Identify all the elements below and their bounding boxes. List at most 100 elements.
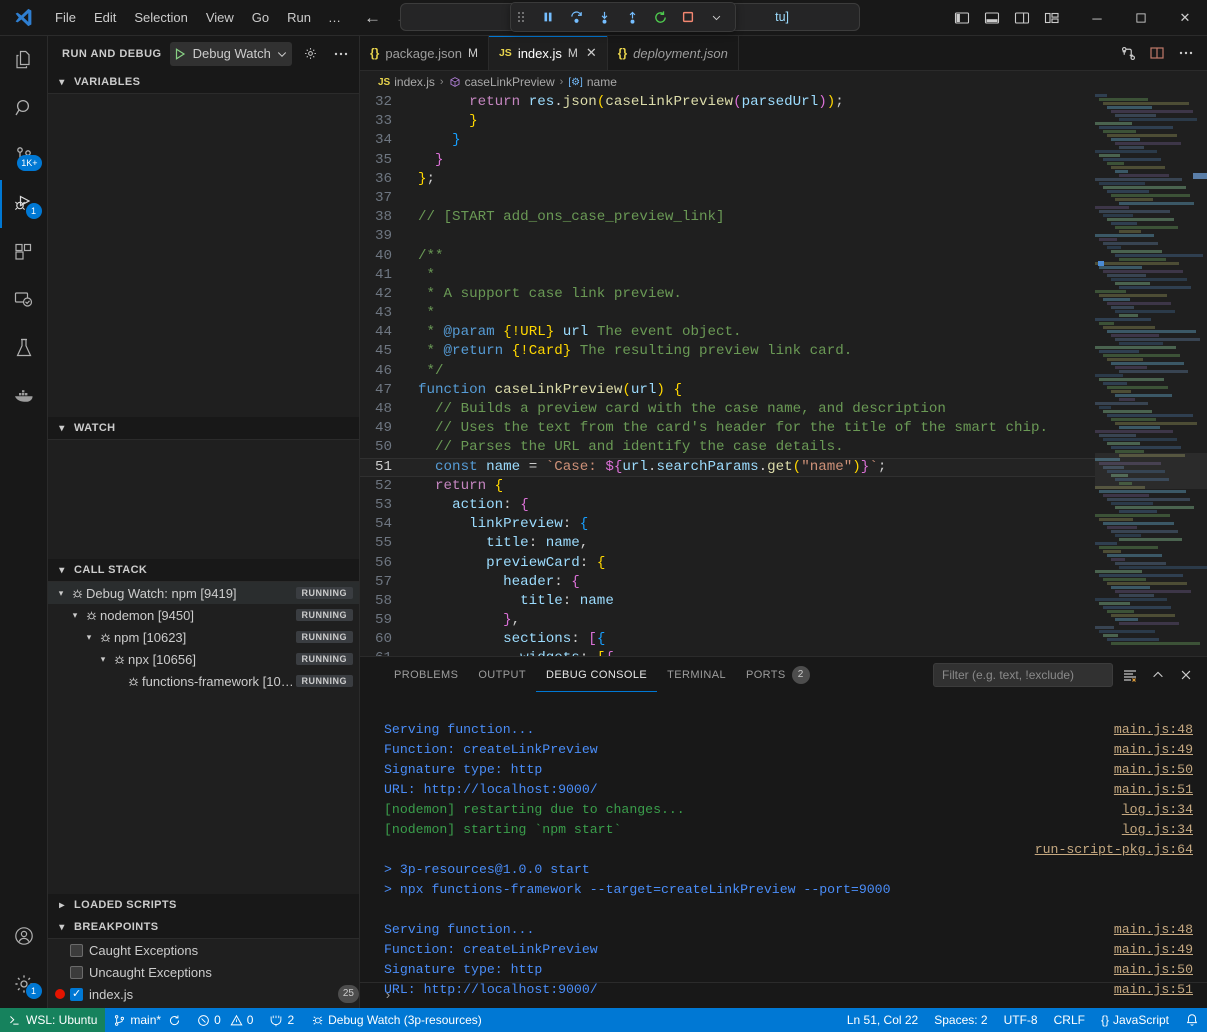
maximize-window-button[interactable] xyxy=(1119,0,1163,36)
status-notifications[interactable] xyxy=(1177,1008,1207,1032)
menu-view[interactable]: View xyxy=(197,7,243,28)
line-number[interactable]: 32 xyxy=(360,93,404,112)
panel-tab-debug-console[interactable]: DEBUG CONSOLE xyxy=(536,657,657,692)
line-number[interactable]: 51 xyxy=(360,458,404,477)
line-number[interactable]: 44 xyxy=(360,323,404,342)
menu-file[interactable]: File xyxy=(46,7,85,28)
console-filter-input[interactable]: Filter (e.g. text, !exclude) xyxy=(933,663,1113,687)
code-line[interactable]: 36 }; xyxy=(360,170,1095,189)
code-line[interactable]: 38 // [START add_ons_case_preview_link] xyxy=(360,208,1095,227)
step-out-button[interactable] xyxy=(619,5,645,29)
line-number[interactable]: 33 xyxy=(360,112,404,131)
tab-deployment-json[interactable]: {} deployment.json xyxy=(608,36,739,70)
activity-accounts[interactable] xyxy=(0,912,48,960)
code-line[interactable]: 54 linkPreview: { xyxy=(360,515,1095,534)
breakpoint-checkbox[interactable] xyxy=(70,944,83,957)
tab-package-json[interactable]: {} package.json M xyxy=(360,36,489,70)
sidebar-more-actions-button[interactable] xyxy=(330,43,352,65)
code-editor[interactable]: 32 return res.json(caseLinkPreview(parse… xyxy=(360,93,1207,656)
code-line[interactable]: 34 } xyxy=(360,131,1095,150)
toggle-secondary-sidebar-button[interactable] xyxy=(1009,6,1035,30)
line-number[interactable]: 61 xyxy=(360,649,404,656)
code-line[interactable]: 61 widgets: [{ xyxy=(360,649,1095,656)
status-language-mode[interactable]: {} JavaScript xyxy=(1093,1008,1177,1032)
gear-icon[interactable] xyxy=(300,43,322,65)
code-line[interactable]: 53 action: { xyxy=(360,496,1095,515)
console-source-link[interactable]: main.js:48 xyxy=(1114,920,1193,940)
line-number[interactable]: 52 xyxy=(360,477,404,496)
panel-tab-ports[interactable]: PORTS 2 xyxy=(736,657,820,692)
step-over-button[interactable] xyxy=(563,5,589,29)
code-line[interactable]: 49 // Uses the text from the card's head… xyxy=(360,419,1095,438)
panel-tab-terminal[interactable]: TERMINAL xyxy=(657,657,736,692)
line-number[interactable]: 55 xyxy=(360,534,404,553)
restart-button[interactable] xyxy=(647,5,673,29)
code-line[interactable]: 37 xyxy=(360,189,1095,208)
line-number[interactable]: 45 xyxy=(360,342,404,361)
play-icon[interactable] xyxy=(172,46,188,62)
breadcrumb-symbol-variable[interactable]: [⚙] name xyxy=(568,75,617,89)
line-number[interactable]: 42 xyxy=(360,285,404,304)
code-line[interactable]: 41 * xyxy=(360,266,1095,285)
tab-index-js[interactable]: JS index.js M ✕ xyxy=(489,36,608,70)
status-remote-indicator[interactable]: WSL: Ubuntu xyxy=(0,1008,105,1032)
section-loadedscripts-header[interactable]: ▸ LOADED SCRIPTS xyxy=(48,894,359,916)
chevron-down-icon[interactable]: ▾ xyxy=(82,632,96,643)
breakpoint-checkbox[interactable] xyxy=(70,966,83,979)
toggle-panel-button[interactable] xyxy=(979,6,1005,30)
step-into-button[interactable] xyxy=(591,5,617,29)
code-line[interactable]: 46 */ xyxy=(360,362,1095,381)
toggle-primary-sidebar-button[interactable] xyxy=(949,6,975,30)
stop-button[interactable] xyxy=(675,5,701,29)
code-line[interactable]: 52 return { xyxy=(360,477,1095,496)
console-source-link[interactable]: run-script-pkg.js:64 xyxy=(1035,840,1193,860)
line-number[interactable]: 41 xyxy=(360,266,404,285)
line-number[interactable]: 37 xyxy=(360,189,404,208)
callstack-row[interactable]: ▾ npm [10623] RUNNING xyxy=(48,626,359,648)
pause-button[interactable] xyxy=(535,5,561,29)
breakpoint-row[interactable]: Caught Exceptions xyxy=(48,939,359,961)
line-number[interactable]: 49 xyxy=(360,419,404,438)
console-source-link[interactable]: main.js:51 xyxy=(1114,780,1193,800)
code-line[interactable]: 55 title: name, xyxy=(360,534,1095,553)
status-eol[interactable]: CRLF xyxy=(1046,1008,1093,1032)
line-number[interactable]: 40 xyxy=(360,247,404,266)
line-number[interactable]: 48 xyxy=(360,400,404,419)
debug-session-dropdown[interactable] xyxy=(703,5,729,29)
activity-search[interactable] xyxy=(0,84,48,132)
section-breakpoints-header[interactable]: ▾ BREAKPOINTS xyxy=(48,916,359,938)
line-number[interactable]: 54 xyxy=(360,515,404,534)
code-line[interactable]: 35 } xyxy=(360,151,1095,170)
section-variables-header[interactable]: ▾ VARIABLES xyxy=(48,71,359,93)
line-number[interactable]: 60 xyxy=(360,630,404,649)
code-lines[interactable]: 32 return res.json(caseLinkPreview(parse… xyxy=(360,93,1095,656)
code-line[interactable]: 56 previewCard: { xyxy=(360,554,1095,573)
breakpoint-row[interactable]: index.js 25 xyxy=(48,983,359,1005)
callstack-row[interactable]: ▾ Debug Watch: npm [9419] RUNNING xyxy=(48,582,359,604)
breakpoint-checkbox[interactable] xyxy=(70,988,83,1001)
code-line[interactable]: 48 // Builds a preview card with the cas… xyxy=(360,400,1095,419)
panel-tab-output[interactable]: OUTPUT xyxy=(468,657,536,692)
code-line[interactable]: 43 * xyxy=(360,304,1095,323)
editor-more-actions-icon[interactable] xyxy=(1173,40,1199,66)
code-line[interactable]: 44 * @param {!URL} url The event object. xyxy=(360,323,1095,342)
breakpoint-row[interactable]: Uncaught Exceptions xyxy=(48,961,359,983)
menu-go[interactable]: Go xyxy=(243,7,278,28)
debug-configuration-select[interactable]: Debug Watch xyxy=(170,42,292,66)
status-indentation[interactable]: Spaces: 2 xyxy=(926,1008,995,1032)
status-debug-session[interactable]: Debug Watch (3p-resources) xyxy=(302,1008,490,1032)
activity-manage-settings[interactable]: 1 xyxy=(0,960,48,1008)
close-icon[interactable] xyxy=(1175,664,1197,686)
code-line[interactable]: 42 * A support case link preview. xyxy=(360,285,1095,304)
status-encoding[interactable]: UTF-8 xyxy=(996,1008,1046,1032)
tab-close-icon[interactable]: ✕ xyxy=(586,45,597,61)
section-watch-header[interactable]: ▾ WATCH xyxy=(48,417,359,439)
console-source-link[interactable]: log.js:34 xyxy=(1122,800,1193,820)
console-source-link[interactable]: main.js:49 xyxy=(1114,740,1193,760)
code-line[interactable]: 50 // Parses the URL and identify the ca… xyxy=(360,438,1095,457)
status-branch[interactable]: main* xyxy=(105,1008,189,1032)
code-line[interactable]: 39 xyxy=(360,227,1095,246)
line-number[interactable]: 38 xyxy=(360,208,404,227)
minimap[interactable] xyxy=(1095,93,1207,656)
minimize-window-button[interactable]: ─ xyxy=(1075,0,1119,36)
